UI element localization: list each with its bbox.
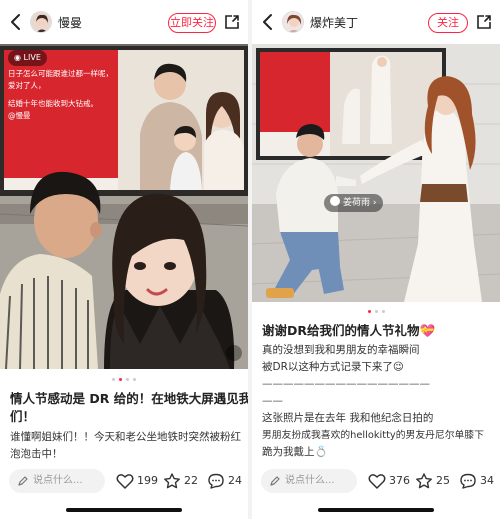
post-body-line: 跪为我戴上💍	[262, 446, 328, 458]
live-badge: ◉ LIVE	[8, 50, 47, 66]
back-arrow-icon[interactable]	[8, 12, 24, 32]
home-indicator	[318, 508, 434, 512]
carousel-dot	[133, 378, 136, 381]
person-tag[interactable]: 姜荷雨 ›	[324, 194, 384, 212]
heart-icon	[116, 474, 134, 489]
home-indicator	[66, 508, 182, 512]
comment-placeholder: 说点什么...	[285, 475, 335, 486]
billboard-line-2: 爱对了人，	[8, 81, 46, 90]
share-icon[interactable]	[224, 14, 240, 30]
comment-bubble-icon	[208, 473, 224, 489]
carousel-dot	[126, 378, 129, 381]
post-panel-right: 爆炸美丁 关注 姜荷雨 › 谢谢DR给我们的情人节礼物💝 真的没想到我和男朋友的…	[252, 0, 500, 519]
top-bar: 慢曼 立即关注	[0, 0, 248, 44]
heart-icon	[368, 474, 386, 489]
carousel-indicator	[0, 378, 248, 382]
follow-button[interactable]: 立即关注	[168, 13, 216, 33]
follow-button[interactable]: 关注	[428, 13, 468, 33]
comment-button[interactable]: 34	[459, 473, 497, 489]
carousel-dot-active	[119, 378, 122, 381]
post-body-line: 这张照片是在去年 我和他纪念日拍的	[262, 412, 434, 424]
comment-button[interactable]: 24	[207, 473, 245, 489]
carousel-dot-active	[367, 310, 371, 313]
billboard-line-1: 日子怎么可能跟谁过都一样呢，	[8, 69, 113, 78]
star-button[interactable]: 25	[415, 473, 451, 489]
like-button[interactable]: 199	[116, 473, 158, 489]
post-body: 真的没想到我和男朋友的幸福瞬间 被DR以这种方式记录下来了😉 —————————…	[262, 342, 496, 461]
post-title-line-1: 情人节感动是 DR 给的！在地铁大屏遇见我	[10, 391, 248, 406]
post-photo[interactable]: 日子怎么可能跟谁过都一样呢， 爱对了人， 结婚十年也能收到大钻戒。 @慢曼 ◉ …	[0, 44, 248, 369]
post-title-line-2: 们！	[10, 409, 36, 424]
post-title: 情人节感动是 DR 给的！在地铁大屏遇见我 们！	[10, 390, 248, 426]
live-label: LIVE	[23, 53, 41, 62]
carousel-indicator	[252, 310, 500, 314]
post-body-line: 被DR以这种方式记录下来了😉	[262, 361, 404, 373]
star-count: 25	[436, 474, 450, 487]
tag-dot-icon	[330, 196, 340, 206]
comment-input[interactable]: 说点什么...	[9, 469, 105, 493]
pen-icon	[18, 476, 28, 486]
engagement-bar: 说点什么... 199 22 24	[0, 466, 248, 496]
live-icon: ◉	[14, 53, 24, 62]
pen-icon	[270, 476, 280, 486]
billboard-handle: @慢曼	[8, 111, 31, 120]
carousel-dot	[112, 378, 115, 381]
comment-input[interactable]: 说点什么...	[261, 469, 357, 493]
carousel-dot	[381, 310, 385, 313]
share-icon[interactable]	[476, 14, 492, 30]
billboard-text: 日子怎么可能跟谁过都一样呢， 爱对了人， 结婚十年也能收到大钻戒。 @慢曼	[8, 68, 118, 122]
post-body-line: 谁懂啊姐妹们！！今天和老公坐地铁时突然被粉红	[10, 431, 241, 443]
avatar[interactable]	[30, 11, 52, 33]
top-bar: 爆炸美丁 关注	[252, 0, 500, 44]
billboard-line-3: 结婚十年也能收到大钻戒。	[8, 99, 98, 108]
engagement-bar: 说点什么... 376 25 34	[252, 466, 500, 496]
post-body-line: 真的没想到我和男朋友的幸福瞬间	[262, 344, 420, 356]
back-arrow-icon[interactable]	[260, 12, 276, 32]
star-count: 22	[184, 474, 198, 487]
carousel-dot	[374, 310, 378, 313]
author-name[interactable]: 慢曼	[58, 14, 82, 31]
comment-placeholder: 说点什么...	[33, 475, 83, 486]
like-count: 376	[389, 474, 410, 487]
post-photo[interactable]: 姜荷雨 ›	[252, 44, 500, 302]
comment-bubble-icon	[460, 473, 476, 489]
post-body-line: ————————————————	[262, 378, 430, 390]
collapse-icon[interactable]	[226, 345, 242, 361]
star-icon	[164, 473, 180, 489]
star-button[interactable]: 22	[163, 473, 199, 489]
post-title: 谢谢DR给我们的情人节礼物💝	[262, 323, 436, 338]
post-body-line: ——	[262, 395, 283, 407]
post-body-line: 泡泡击中！	[10, 448, 63, 460]
like-button[interactable]: 376	[368, 473, 410, 489]
post-body-line: 男朋友扮成我喜欢的hellokitty的男友丹尼尔单膝下	[262, 430, 484, 441]
comment-count: 34	[480, 474, 494, 487]
comment-count: 24	[228, 474, 242, 487]
star-icon	[416, 473, 432, 489]
like-count: 199	[137, 474, 158, 487]
tag-label: 姜荷雨	[343, 198, 371, 208]
post-panel-left: 慢曼 立即关注 日子怎么可能跟谁过都一样呢， 爱对了人， 结婚十年也能收到大钻戒…	[0, 0, 248, 519]
author-name[interactable]: 爆炸美丁	[310, 14, 358, 31]
avatar[interactable]	[282, 11, 304, 33]
post-photo-graphic	[252, 44, 500, 302]
post-body: 谁懂啊姐妹们！！今天和老公坐地铁时突然被粉红 泡泡击中！	[10, 429, 244, 463]
